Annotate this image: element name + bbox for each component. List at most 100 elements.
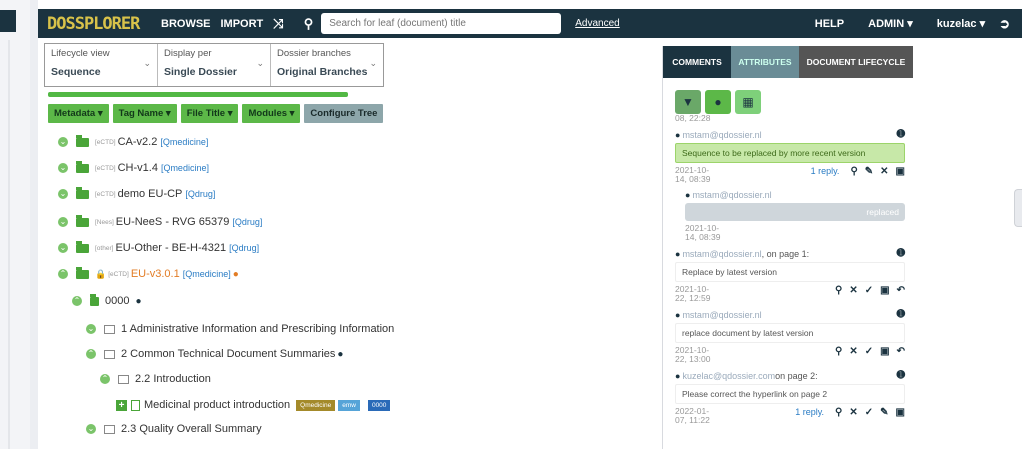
comments-list: 08, 22:28 ● mstam@qdossier.nl ➊ Sequence t… — [675, 114, 905, 425]
delete-icon[interactable]: ▣ — [880, 346, 889, 357]
info-icon[interactable]: ➊ — [897, 248, 905, 259]
collapse-icon[interactable]: ⌃ — [58, 269, 68, 279]
comment-icon[interactable]: ● — [135, 296, 141, 307]
collapse-icon[interactable]: ⌃ — [72, 296, 82, 306]
row-title: demo EU-CP — [117, 188, 183, 200]
tree-row[interactable]: ⌄ [other] EU-Other - BE-H-4321 [Qdrug] — [58, 238, 259, 258]
author-name: mstam@qdossier.nl — [682, 248, 762, 259]
tree-row[interactable]: ⌃ 0000 ● — [72, 291, 142, 311]
delete-icon[interactable]: ▣ — [896, 407, 905, 418]
tree-row[interactable]: ⌄ 1 Administrative Information and Prescr… — [86, 319, 394, 339]
add-icon[interactable]: + — [116, 399, 127, 411]
check-icon[interactable]: ✓ — [865, 285, 873, 296]
comment-icon[interactable]: ● — [337, 349, 343, 360]
edit-icon[interactable]: ✎ — [880, 407, 888, 418]
search-input[interactable] — [321, 13, 562, 34]
tab-comments[interactable]: COMMENTS — [663, 46, 731, 78]
comment-actions: ⚲ ✕ ✓ ✎ ▣ — [835, 407, 905, 418]
info-icon[interactable]: ➊ — [897, 129, 905, 140]
comment-date: 2021-10- 22, 13:00 — [675, 345, 711, 364]
tree-row[interactable]: + Medicinal product introduction Qmedicine… — [116, 395, 391, 415]
dossier-branches-select[interactable]: Dossier branches Original Branches ⌄ — [271, 44, 383, 86]
product-badge: Qmedicine — [296, 399, 336, 411]
pin-icon[interactable]: ⚲ — [850, 166, 857, 177]
info-icon[interactable]: ➊ — [897, 370, 905, 381]
tree-row[interactable]: ⌄ [eCTD] CA-v2.2 [Qmedicine] — [58, 132, 208, 152]
panel-scroll-handle[interactable] — [1014, 189, 1022, 227]
excel-icon[interactable]: ▦ — [735, 90, 761, 114]
close-icon[interactable]: ✕ — [849, 285, 857, 296]
expand-icon[interactable]: ⌄ — [58, 137, 68, 147]
expand-icon[interactable]: ⌄ — [86, 324, 96, 334]
filter-label: Display per — [164, 48, 212, 59]
expand-icon[interactable]: ⌄ — [58, 163, 68, 173]
advanced-search-link[interactable]: Advanced — [575, 18, 619, 29]
delete-icon[interactable]: ▣ — [896, 166, 905, 177]
row-product: [Qmedicine] — [182, 269, 231, 279]
row-title: 1 Administrative Information and Prescri… — [121, 323, 395, 335]
tab-document-lifecycle[interactable]: DOCUMENT LIFECYCLE — [799, 46, 913, 78]
tag-name-button[interactable]: Tag Name ▾ — [112, 104, 177, 123]
tree-row[interactable]: ⌄ [eCTD] demo EU-CP [Qdrug] — [58, 184, 215, 204]
loading-bar — [48, 92, 348, 97]
folder-outline-icon — [118, 374, 129, 384]
filter-value: Original Branches — [277, 66, 368, 78]
metadata-button[interactable]: Metadata ▾ — [48, 104, 109, 123]
filter-bar: Lifecycle view Sequence ⌄ Display per Singl… — [44, 43, 384, 87]
tree-row[interactable]: ⌄ [Nees] EU-NeeS - RVG 65379 [Qdrug] — [58, 212, 262, 232]
tree-row[interactable]: ⌄ 2.3 Quality Overall Summary — [86, 419, 262, 439]
author-name: mstam@qdossier.nl — [692, 190, 772, 200]
lifecycle-view-select[interactable]: Lifecycle view Sequence ⌄ — [45, 44, 158, 86]
pin-icon[interactable]: ⚲ — [835, 407, 842, 418]
comment-icon[interactable]: ● — [233, 269, 239, 280]
comment-author: ● kuzelac@qdossier.com on page 2: ➊ — [675, 370, 905, 381]
expand-icon[interactable]: ⌄ — [58, 243, 68, 253]
close-icon[interactable]: ✕ — [880, 166, 888, 177]
check-icon[interactable]: ✓ — [865, 407, 873, 418]
collapse-icon[interactable]: ⌃ — [100, 374, 110, 384]
reply-count[interactable]: 1 reply. — [811, 166, 840, 176]
page-ref: on page 2: — [775, 370, 818, 381]
collapse-icon[interactable]: ⌃ — [86, 349, 96, 359]
delete-icon[interactable]: ▣ — [880, 285, 889, 296]
reply-icon[interactable]: ↶ — [897, 285, 905, 296]
info-icon[interactable]: ➊ — [897, 309, 905, 320]
search-icon[interactable]: ⚲ — [304, 16, 314, 32]
nav-help[interactable]: HELP — [815, 18, 844, 30]
expand-icon[interactable]: ⌄ — [58, 189, 68, 199]
close-icon[interactable]: ✕ — [849, 346, 857, 357]
nav-browse[interactable]: BROWSE — [161, 18, 211, 30]
tab-attributes[interactable]: ATTRIBUTES — [731, 46, 799, 78]
tree-row[interactable]: ⌃ 2 Common Technical Document Summaries ● — [86, 344, 343, 364]
edit-icon[interactable]: ✎ — [865, 166, 873, 177]
expand-icon[interactable]: ⌄ — [86, 424, 96, 434]
tree-row[interactable]: ⌃ 🔒 [eCTD] EU-v3.0.1 [Qmedicine] ● — [58, 264, 239, 284]
logout-icon[interactable]: ➲ — [999, 16, 1010, 32]
display-per-select[interactable]: Display per Single Dossier ⌄ — [158, 44, 271, 86]
nav-import[interactable]: IMPORT — [221, 18, 264, 30]
file-title-button[interactable]: File Title ▾ — [180, 104, 239, 123]
filter-icon[interactable]: ▼ — [675, 90, 701, 114]
shrink-icon[interactable]: ⤨ — [273, 16, 283, 32]
comments-icon[interactable]: ● — [705, 90, 731, 114]
page-ref: , on page 1: — [761, 248, 810, 259]
nav-admin[interactable]: ADMIN ▾ — [868, 17, 913, 30]
modules-button[interactable]: Modules ▾ — [242, 104, 301, 123]
check-icon[interactable]: ✓ — [865, 346, 873, 357]
pin-icon[interactable]: ⚲ — [835, 346, 842, 357]
logo[interactable]: DOSSPLORER — [47, 14, 151, 34]
expand-icon[interactable]: ⌄ — [58, 217, 68, 227]
reply-icon[interactable]: ↶ — [897, 346, 905, 357]
close-icon[interactable]: ✕ — [849, 407, 857, 418]
tree-row[interactable]: ⌃ 2.2 Introduction — [100, 369, 211, 389]
comment-meta: 2021-10- 22, 13:00 ⚲ ✕ ✓ ▣ ↶ — [675, 346, 905, 364]
pin-icon[interactable]: ⚲ — [835, 285, 842, 296]
comment-actions: ⚲ ✕ ✓ ▣ ↶ — [835, 346, 905, 357]
filter-value: Single Dossier — [164, 66, 237, 78]
nav-user[interactable]: kuzelac ▾ — [937, 17, 985, 30]
reply-count[interactable]: 1 reply. — [795, 407, 824, 417]
row-product: [Qdrug] — [185, 189, 216, 199]
comment-meta: 2022-01- 07, 11:22 1 reply. ⚲ ✕ ✓ ✎ ▣ — [675, 407, 905, 425]
tree-row[interactable]: ⌄ [eCTD] CH-v1.4 [Qmedicine] — [58, 158, 209, 178]
configure-tree-button[interactable]: Configure Tree — [304, 104, 384, 123]
